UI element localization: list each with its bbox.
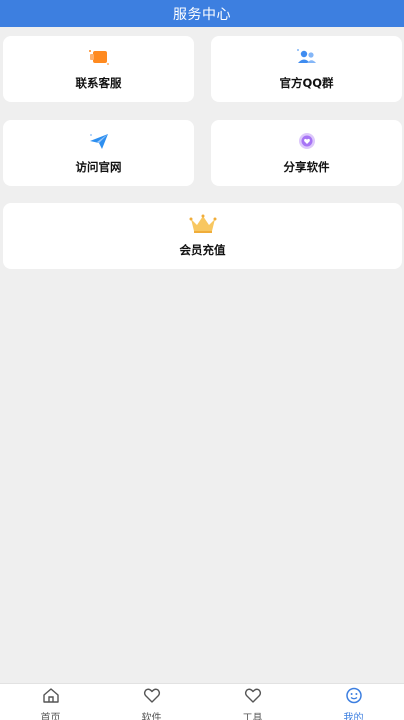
vip-recharge-card[interactable]: 会员充值 — [3, 203, 402, 269]
card-label: 会员充值 — [179, 243, 226, 257]
heart-icon — [143, 687, 161, 708]
tab-mine[interactable]: 我的 — [303, 684, 404, 720]
crown-icon — [189, 214, 217, 234]
share-heart-icon — [295, 131, 319, 151]
tab-tools[interactable]: 工具 — [202, 684, 303, 720]
tab-label: 我的 — [343, 713, 364, 720]
visit-website-card[interactable]: 访问官网 — [3, 120, 194, 186]
bottom-tab-bar: 首页 软件 工具 我的 — [0, 683, 404, 720]
tab-label: 首页 — [40, 713, 61, 720]
tab-software[interactable]: 软件 — [101, 684, 202, 720]
card-label: 联系客服 — [75, 76, 122, 90]
paper-plane-icon — [87, 131, 111, 151]
smile-icon — [345, 687, 363, 708]
card-label: 分享软件 — [283, 160, 330, 174]
card-label: 官方QQ群 — [279, 76, 334, 90]
share-app-card[interactable]: 分享软件 — [211, 120, 402, 186]
app-header: 服务中心 — [0, 0, 404, 27]
tab-label: 工具 — [242, 713, 263, 720]
home-icon — [42, 687, 60, 708]
heart-icon — [244, 687, 262, 708]
tab-home[interactable]: 首页 — [0, 684, 101, 720]
card-label: 访问官网 — [75, 160, 122, 174]
page-title: 服务中心 — [173, 6, 231, 23]
tab-label: 软件 — [141, 713, 162, 720]
customer-service-icon — [87, 47, 111, 67]
contact-support-card[interactable]: 联系客服 — [3, 36, 194, 102]
qq-group-card[interactable]: 官方QQ群 — [211, 36, 402, 102]
group-icon — [295, 47, 319, 67]
